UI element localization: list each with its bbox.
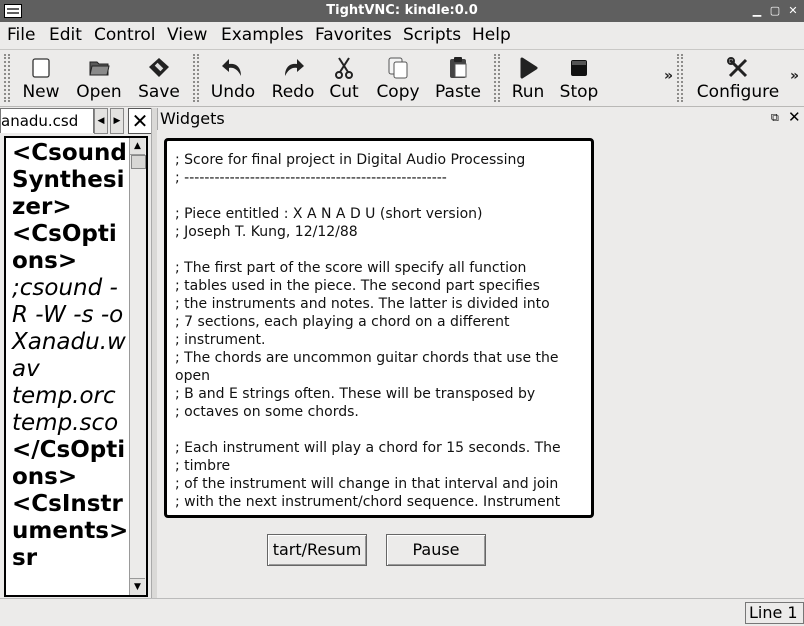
editor-line: ;csound -R -W -s -o Xanadu.wav	[12, 275, 126, 382]
redo-button[interactable]: Redo	[266, 52, 320, 104]
open-label: Open	[76, 82, 122, 102]
toolbar-overflow-chevron-icon[interactable]: »	[664, 68, 673, 84]
new-label: New	[22, 82, 60, 102]
cut-label: Cut	[329, 82, 359, 102]
paste-label: Paste	[435, 82, 481, 102]
redo-icon	[285, 59, 304, 76]
tab-prev-arrow-icon[interactable]: ◀	[94, 108, 108, 134]
dock-float-icon[interactable]: ⧉	[771, 111, 779, 125]
save-label: Save	[138, 82, 180, 102]
toolbar-separator	[494, 54, 500, 102]
run-icon	[520, 57, 538, 79]
paste-button[interactable]: Paste	[432, 52, 484, 104]
copy-icon	[388, 57, 408, 79]
toolbar-grip[interactable]	[4, 54, 10, 102]
editor-line: <CsOptions>	[12, 221, 117, 274]
editor-line: temp.orc	[12, 383, 116, 409]
stop-icon	[571, 60, 587, 76]
copy-button[interactable]: Copy	[372, 52, 424, 104]
score-text: ; Score for final project in Digital Aud…	[175, 152, 561, 510]
editor-line: temp.sco	[12, 410, 119, 436]
minimize-icon[interactable]: ▁	[750, 4, 764, 17]
statusbar: Line 1	[0, 598, 804, 626]
window-titlebar: TightVNC: kindle:0.0 ▁ ▢ ✕	[0, 0, 804, 22]
close-window-icon[interactable]: ✕	[786, 4, 800, 17]
toolbar-overflow-chevron-icon-2[interactable]: »	[790, 68, 799, 84]
widgets-dock-header: Widgets ⧉ ✕	[157, 108, 804, 130]
save-icon	[149, 58, 169, 77]
run-button[interactable]: Run	[506, 52, 550, 104]
editor-text: <CsoundSynthesizer> <CsOptions> ;csound …	[12, 140, 130, 572]
tab-xanadu-csd[interactable]: anadu.csd	[0, 108, 94, 133]
scroll-up-arrow-icon[interactable]: ▲	[130, 138, 145, 155]
scrollbar-thumb[interactable]	[131, 155, 146, 169]
new-file-icon	[32, 58, 50, 78]
undo-button[interactable]: Undo	[206, 52, 260, 104]
stop-label: Stop	[559, 82, 599, 102]
configure-label: Configure	[696, 82, 780, 102]
open-folder-icon	[89, 61, 110, 76]
configure-button[interactable]: Configure	[694, 52, 782, 104]
scissors-icon	[335, 57, 353, 79]
open-button[interactable]: Open	[74, 52, 124, 104]
menubar: File Edit Control View Examples Favorite…	[0, 22, 804, 49]
editor-line: sr	[12, 545, 38, 571]
new-button[interactable]: New	[16, 52, 66, 104]
configure-tools-icon	[727, 57, 748, 78]
pause-button[interactable]: Pause	[386, 534, 486, 566]
line-indicator: Line 1	[745, 602, 804, 624]
run-label: Run	[511, 82, 545, 102]
start-resume-button[interactable]: tart/Resum	[267, 534, 367, 566]
editor-tabbar: anadu.csd ◀ ▶ ✕	[0, 108, 152, 134]
paste-icon	[450, 57, 467, 78]
menu-scripts[interactable]: Scripts	[403, 25, 461, 45]
menu-control[interactable]: Control	[94, 25, 155, 45]
toolbar-separator	[193, 54, 199, 102]
scroll-down-arrow-icon[interactable]: ▼	[130, 578, 145, 595]
stop-button[interactable]: Stop	[556, 52, 602, 104]
menu-examples[interactable]: Examples	[221, 25, 304, 45]
menu-view[interactable]: View	[167, 25, 207, 45]
cut-button[interactable]: Cut	[324, 52, 364, 104]
copy-label: Copy	[376, 82, 420, 102]
dock-close-icon[interactable]: ✕	[788, 108, 801, 126]
undo-label: Undo	[210, 82, 256, 102]
redo-label: Redo	[271, 82, 315, 102]
editor-scrollbar[interactable]: ▲ ▼	[129, 138, 146, 595]
widgets-panel: ; Score for final project in Digital Aud…	[157, 130, 804, 598]
tab-close-icon[interactable]: ✕	[128, 108, 152, 134]
menu-help[interactable]: Help	[472, 25, 511, 45]
undo-icon	[222, 59, 241, 76]
code-editor[interactable]: <CsoundSynthesizer> <CsOptions> ;csound …	[4, 136, 148, 597]
editor-line: </CsOptions>	[12, 437, 126, 490]
maximize-icon[interactable]: ▢	[768, 4, 782, 17]
menu-edit[interactable]: Edit	[49, 25, 82, 45]
toolbar: New Open Save Undo Redo Cut Copy Paste R…	[0, 49, 804, 107]
widgets-title: Widgets	[160, 109, 225, 128]
editor-line: <CsoundSynthesizer>	[12, 140, 127, 220]
menu-favorites[interactable]: Favorites	[315, 25, 392, 45]
score-text-display[interactable]: ; Score for final project in Digital Aud…	[164, 138, 594, 518]
menu-file[interactable]: File	[7, 25, 35, 45]
toolbar-separator	[677, 54, 683, 102]
tab-next-arrow-icon[interactable]: ▶	[110, 108, 124, 134]
window-title: TightVNC: kindle:0.0	[326, 3, 478, 18]
save-button[interactable]: Save	[134, 52, 184, 104]
editor-line: <CsInstruments>	[12, 491, 129, 544]
